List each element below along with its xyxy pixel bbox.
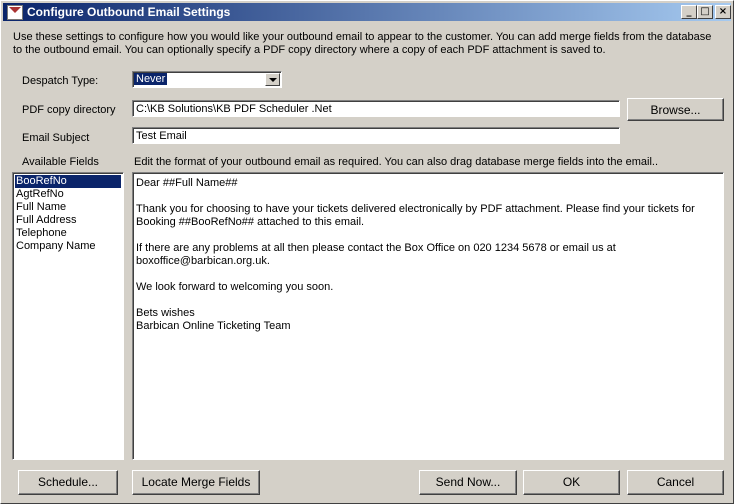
email-line: Bets wishes [136, 307, 195, 319]
email-body-editor[interactable]: Dear ##Full Name## Thank you for choosin… [132, 172, 724, 460]
browse-button[interactable]: Browse... [627, 98, 724, 121]
maximize-button[interactable]: □ [697, 5, 713, 19]
send-now-button[interactable]: Send Now... [419, 470, 517, 495]
email-subject-label: Email Subject [22, 132, 90, 144]
pdf-copy-directory-input[interactable]: C:\KB Solutions\KB PDF Scheduler .Net [132, 100, 620, 117]
envelope-icon [7, 5, 23, 20]
despatch-type-value: Never [134, 73, 168, 85]
email-line: Booking ##BooRefNo## attached to this em… [136, 216, 365, 228]
minimize-button[interactable]: _ [681, 5, 697, 19]
pdf-copy-directory-label: PDF copy directory [22, 104, 116, 116]
cancel-button[interactable]: Cancel [627, 470, 724, 495]
email-line: Barbican Online Ticketing Team [136, 320, 291, 332]
list-item[interactable]: AgtRefNo [15, 188, 121, 201]
editor-instructions: Edit the format of your outbound email a… [134, 156, 659, 168]
list-item[interactable]: Full Address [15, 214, 121, 227]
email-subject-input[interactable]: Test Email [132, 127, 620, 144]
email-line: boxoffice@barbican.org.uk. [136, 255, 270, 267]
email-line: Thank you for choosing to have your tick… [136, 203, 695, 215]
window-title: Configure Outbound Email Settings [27, 5, 231, 19]
available-fields-list[interactable]: BooRefNo AgtRefNo Full Name Full Address… [12, 172, 124, 460]
email-line [136, 294, 720, 307]
email-line: If there are any problems at all then pl… [136, 242, 616, 254]
configure-email-window: Configure Outbound Email Settings _ □ × … [0, 0, 734, 504]
ok-button[interactable]: OK [523, 470, 620, 495]
available-fields-label: Available Fields [22, 156, 99, 168]
intro-text: Use these settings to configure how you … [13, 31, 712, 56]
list-item[interactable]: Full Name [15, 201, 121, 214]
list-item[interactable]: BooRefNo [15, 175, 121, 188]
despatch-type-label: Despatch Type: [22, 75, 99, 87]
email-line: We look forward to welcoming you soon. [136, 281, 334, 293]
list-item[interactable]: Company Name [15, 240, 121, 253]
email-line [136, 268, 720, 281]
title-bar: Configure Outbound Email Settings _ □ × [3, 3, 731, 21]
email-line [136, 229, 720, 242]
close-button[interactable]: × [715, 5, 731, 19]
email-line [136, 190, 720, 203]
chevron-down-icon[interactable] [265, 73, 280, 86]
locate-merge-fields-button[interactable]: Locate Merge Fields [132, 470, 260, 495]
schedule-button[interactable]: Schedule... [18, 470, 118, 495]
list-item[interactable]: Telephone [15, 227, 121, 240]
despatch-type-select[interactable]: Never [132, 71, 282, 88]
email-line: Dear ##Full Name## [136, 177, 238, 189]
